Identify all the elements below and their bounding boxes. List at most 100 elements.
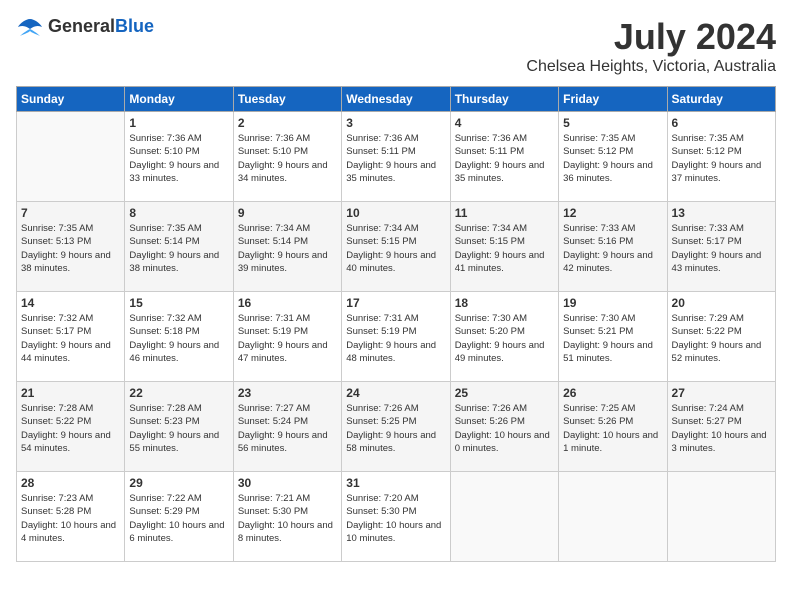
calendar-cell: 26 Sunrise: 7:25 AMSunset: 5:26 PMDaylig… xyxy=(559,382,667,472)
day-number: 27 xyxy=(672,386,771,400)
day-info: Sunrise: 7:20 AMSunset: 5:30 PMDaylight:… xyxy=(346,492,445,545)
day-info: Sunrise: 7:25 AMSunset: 5:26 PMDaylight:… xyxy=(563,402,662,455)
calendar-cell xyxy=(17,112,125,202)
day-info: Sunrise: 7:33 AMSunset: 5:17 PMDaylight:… xyxy=(672,222,771,275)
day-info: Sunrise: 7:26 AMSunset: 5:25 PMDaylight:… xyxy=(346,402,445,455)
calendar-week-5: 28 Sunrise: 7:23 AMSunset: 5:28 PMDaylig… xyxy=(17,472,776,562)
calendar-cell: 31 Sunrise: 7:20 AMSunset: 5:30 PMDaylig… xyxy=(342,472,450,562)
day-info: Sunrise: 7:34 AMSunset: 5:14 PMDaylight:… xyxy=(238,222,337,275)
day-number: 14 xyxy=(21,296,120,310)
calendar-cell xyxy=(667,472,775,562)
day-number: 5 xyxy=(563,116,662,130)
logo: GeneralBlue xyxy=(16,16,154,37)
calendar-week-4: 21 Sunrise: 7:28 AMSunset: 5:22 PMDaylig… xyxy=(17,382,776,472)
calendar-cell: 12 Sunrise: 7:33 AMSunset: 5:16 PMDaylig… xyxy=(559,202,667,292)
calendar-cell: 27 Sunrise: 7:24 AMSunset: 5:27 PMDaylig… xyxy=(667,382,775,472)
calendar-cell xyxy=(450,472,558,562)
day-number: 8 xyxy=(129,206,228,220)
day-number: 1 xyxy=(129,116,228,130)
day-number: 31 xyxy=(346,476,445,490)
calendar-cell: 23 Sunrise: 7:27 AMSunset: 5:24 PMDaylig… xyxy=(233,382,341,472)
day-info: Sunrise: 7:36 AMSunset: 5:10 PMDaylight:… xyxy=(238,132,337,185)
day-info: Sunrise: 7:28 AMSunset: 5:22 PMDaylight:… xyxy=(21,402,120,455)
calendar-cell: 17 Sunrise: 7:31 AMSunset: 5:19 PMDaylig… xyxy=(342,292,450,382)
logo-general: General xyxy=(48,16,115,36)
day-info: Sunrise: 7:32 AMSunset: 5:18 PMDaylight:… xyxy=(129,312,228,365)
day-info: Sunrise: 7:24 AMSunset: 5:27 PMDaylight:… xyxy=(672,402,771,455)
calendar-table: Sunday Monday Tuesday Wednesday Thursday… xyxy=(16,86,776,562)
day-number: 3 xyxy=(346,116,445,130)
day-number: 23 xyxy=(238,386,337,400)
header: GeneralBlue July 2024 Chelsea Heights, V… xyxy=(16,16,776,76)
day-number: 17 xyxy=(346,296,445,310)
day-number: 30 xyxy=(238,476,337,490)
day-info: Sunrise: 7:31 AMSunset: 5:19 PMDaylight:… xyxy=(238,312,337,365)
calendar-cell: 20 Sunrise: 7:29 AMSunset: 5:22 PMDaylig… xyxy=(667,292,775,382)
calendar-cell: 14 Sunrise: 7:32 AMSunset: 5:17 PMDaylig… xyxy=(17,292,125,382)
day-info: Sunrise: 7:33 AMSunset: 5:16 PMDaylight:… xyxy=(563,222,662,275)
day-number: 29 xyxy=(129,476,228,490)
day-number: 4 xyxy=(455,116,554,130)
subtitle: Chelsea Heights, Victoria, Australia xyxy=(526,58,776,76)
calendar-week-1: 1 Sunrise: 7:36 AMSunset: 5:10 PMDayligh… xyxy=(17,112,776,202)
day-info: Sunrise: 7:27 AMSunset: 5:24 PMDaylight:… xyxy=(238,402,337,455)
calendar-cell: 10 Sunrise: 7:34 AMSunset: 5:15 PMDaylig… xyxy=(342,202,450,292)
day-info: Sunrise: 7:28 AMSunset: 5:23 PMDaylight:… xyxy=(129,402,228,455)
day-info: Sunrise: 7:34 AMSunset: 5:15 PMDaylight:… xyxy=(455,222,554,275)
day-number: 2 xyxy=(238,116,337,130)
calendar-cell: 8 Sunrise: 7:35 AMSunset: 5:14 PMDayligh… xyxy=(125,202,233,292)
day-info: Sunrise: 7:32 AMSunset: 5:17 PMDaylight:… xyxy=(21,312,120,365)
main-title: July 2024 xyxy=(526,16,776,58)
header-monday: Monday xyxy=(125,87,233,112)
calendar-cell: 5 Sunrise: 7:35 AMSunset: 5:12 PMDayligh… xyxy=(559,112,667,202)
day-number: 13 xyxy=(672,206,771,220)
day-info: Sunrise: 7:31 AMSunset: 5:19 PMDaylight:… xyxy=(346,312,445,365)
calendar-cell: 13 Sunrise: 7:33 AMSunset: 5:17 PMDaylig… xyxy=(667,202,775,292)
header-saturday: Saturday xyxy=(667,87,775,112)
day-number: 10 xyxy=(346,206,445,220)
day-info: Sunrise: 7:30 AMSunset: 5:20 PMDaylight:… xyxy=(455,312,554,365)
header-wednesday: Wednesday xyxy=(342,87,450,112)
calendar-cell: 15 Sunrise: 7:32 AMSunset: 5:18 PMDaylig… xyxy=(125,292,233,382)
day-number: 28 xyxy=(21,476,120,490)
header-sunday: Sunday xyxy=(17,87,125,112)
day-info: Sunrise: 7:34 AMSunset: 5:15 PMDaylight:… xyxy=(346,222,445,275)
calendar-cell xyxy=(559,472,667,562)
calendar-cell: 1 Sunrise: 7:36 AMSunset: 5:10 PMDayligh… xyxy=(125,112,233,202)
day-number: 20 xyxy=(672,296,771,310)
calendar-cell: 2 Sunrise: 7:36 AMSunset: 5:10 PMDayligh… xyxy=(233,112,341,202)
logo-bird-icon xyxy=(16,17,44,37)
day-number: 26 xyxy=(563,386,662,400)
calendar-cell: 4 Sunrise: 7:36 AMSunset: 5:11 PMDayligh… xyxy=(450,112,558,202)
logo-text: GeneralBlue xyxy=(48,16,154,37)
calendar-cell: 7 Sunrise: 7:35 AMSunset: 5:13 PMDayligh… xyxy=(17,202,125,292)
day-number: 18 xyxy=(455,296,554,310)
day-number: 11 xyxy=(455,206,554,220)
day-info: Sunrise: 7:26 AMSunset: 5:26 PMDaylight:… xyxy=(455,402,554,455)
calendar-cell: 6 Sunrise: 7:35 AMSunset: 5:12 PMDayligh… xyxy=(667,112,775,202)
day-number: 9 xyxy=(238,206,337,220)
day-info: Sunrise: 7:22 AMSunset: 5:29 PMDaylight:… xyxy=(129,492,228,545)
day-number: 7 xyxy=(21,206,120,220)
day-info: Sunrise: 7:21 AMSunset: 5:30 PMDaylight:… xyxy=(238,492,337,545)
calendar-cell: 25 Sunrise: 7:26 AMSunset: 5:26 PMDaylig… xyxy=(450,382,558,472)
day-number: 25 xyxy=(455,386,554,400)
calendar-cell: 22 Sunrise: 7:28 AMSunset: 5:23 PMDaylig… xyxy=(125,382,233,472)
day-info: Sunrise: 7:35 AMSunset: 5:14 PMDaylight:… xyxy=(129,222,228,275)
day-info: Sunrise: 7:35 AMSunset: 5:12 PMDaylight:… xyxy=(563,132,662,185)
day-info: Sunrise: 7:35 AMSunset: 5:13 PMDaylight:… xyxy=(21,222,120,275)
logo-blue: Blue xyxy=(115,16,154,36)
day-info: Sunrise: 7:23 AMSunset: 5:28 PMDaylight:… xyxy=(21,492,120,545)
day-info: Sunrise: 7:29 AMSunset: 5:22 PMDaylight:… xyxy=(672,312,771,365)
day-info: Sunrise: 7:36 AMSunset: 5:11 PMDaylight:… xyxy=(346,132,445,185)
day-number: 16 xyxy=(238,296,337,310)
header-thursday: Thursday xyxy=(450,87,558,112)
day-info: Sunrise: 7:36 AMSunset: 5:11 PMDaylight:… xyxy=(455,132,554,185)
title-area: July 2024 Chelsea Heights, Victoria, Aus… xyxy=(526,16,776,76)
day-number: 24 xyxy=(346,386,445,400)
day-number: 12 xyxy=(563,206,662,220)
calendar-cell: 19 Sunrise: 7:30 AMSunset: 5:21 PMDaylig… xyxy=(559,292,667,382)
day-number: 19 xyxy=(563,296,662,310)
day-number: 22 xyxy=(129,386,228,400)
header-friday: Friday xyxy=(559,87,667,112)
